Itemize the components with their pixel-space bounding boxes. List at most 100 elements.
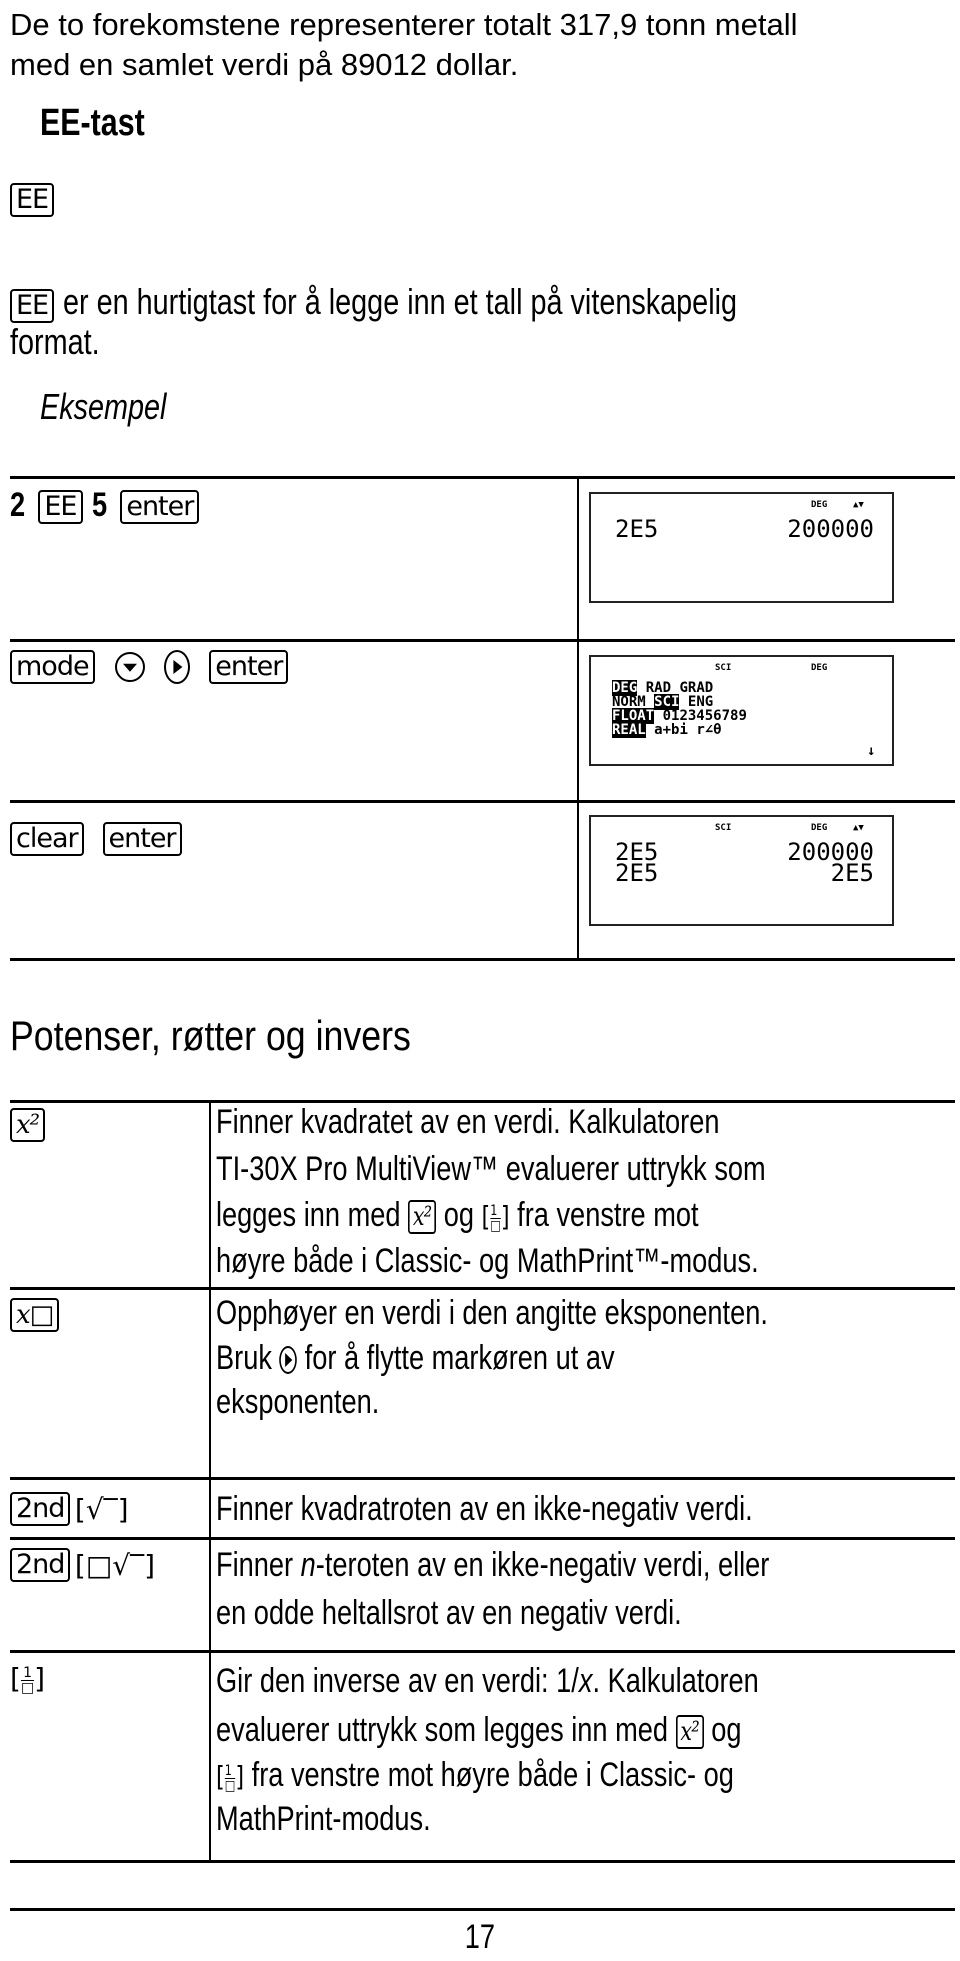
line-text: Finner kvadratet av en verdi. Kalkulator… — [216, 1103, 720, 1141]
second-key: 2nd — [10, 1492, 71, 1526]
menu-option-polar[interactable]: r∠θ — [696, 722, 721, 738]
mode-menu: DEG RAD GRAD NORM SCI ENG FLOAT 01234567… — [612, 680, 747, 738]
example-row-2-keys: mode enter — [10, 650, 289, 684]
line-text-part: -teroten av en ikke-negativ verdi, eller — [315, 1546, 770, 1584]
line-text: MathPrint-modus. — [216, 1800, 431, 1838]
line-text: evaluerer uttrykk som legges inn med x² … — [216, 1707, 742, 1753]
ee-key: EE — [38, 490, 83, 525]
power-key: x□ — [10, 1298, 60, 1332]
reciprocal-denominator: □ — [490, 1217, 501, 1234]
line-text-part: Bruk — [216, 1339, 272, 1377]
line-text: Finner n-teroten av en ikke-negativ verd… — [216, 1542, 769, 1588]
sci-indicator: SCI — [715, 823, 732, 833]
table-divider — [10, 958, 955, 961]
reciprocal-numerator: 1 — [224, 1764, 236, 1779]
row-4-line-1: Finner n-teroten av en ikke-negativ verd… — [216, 1542, 908, 1588]
x-squared-key: x² — [408, 1200, 437, 1235]
line-text-part: evaluerer uttrykk som legges inn med — [216, 1711, 669, 1749]
reciprocal-key-glyph: [1 □] — [10, 1662, 46, 1696]
right-arrow-icon — [279, 1346, 298, 1375]
column-divider — [209, 1100, 211, 1862]
sqrt-symbol: √‾ — [85, 1492, 118, 1526]
table-divider — [10, 1537, 955, 1540]
section-title: Potenser, røtter og invers — [10, 1012, 482, 1060]
scroll-arrows-icon: ▲▼ — [853, 500, 864, 510]
line-text: Bruk for å flytte markøren ut av — [216, 1335, 615, 1381]
line-text: Opphøyer en verdi i den angitte eksponen… — [216, 1294, 768, 1332]
section-title-text: Potenser, røtter og invers — [10, 1012, 411, 1059]
italic-x: x — [578, 1662, 593, 1700]
row-5-line-4: MathPrint-modus. — [216, 1796, 484, 1842]
line-text: høyre både i Classic- og MathPrint™-modu… — [216, 1242, 759, 1280]
row-2-line-1: Opphøyer en verdi i den angitte eksponen… — [216, 1290, 906, 1336]
row-1-line-1: Finner kvadratet av en verdi. Kalkulator… — [216, 1099, 845, 1145]
down-arrow-icon — [115, 652, 146, 682]
line-text-part: . Kalkulatoren — [592, 1662, 759, 1700]
right-arrow-icon — [164, 650, 191, 684]
deg-indicator: DEG — [811, 663, 828, 673]
ee-section-title: EE-tast — [40, 102, 171, 145]
row-1-line-3: legges inn med x² og [1 □] fra venstre mo… — [216, 1192, 819, 1240]
menu-line-complex: REAL a+bi r∠θ — [612, 722, 747, 738]
line-text-part: og — [443, 1196, 474, 1234]
calculator-screen-1: DEG ▲▼ 2E5 200000 — [589, 492, 894, 603]
row-5-line-2: evaluerer uttrykk som legges inn med x² … — [216, 1707, 873, 1753]
sci-indicator: SCI — [715, 663, 732, 673]
row-4-line-2: en odde heltallsrot av en negativ verdi. — [216, 1590, 798, 1636]
example-label-text: Eksempel — [40, 386, 167, 427]
table-divider — [10, 1477, 955, 1480]
menu-option-rect[interactable]: a+bi — [654, 722, 688, 738]
enter-key: enter — [120, 490, 200, 525]
page-number-text: 17 — [464, 1918, 496, 1956]
menu-line-angle: DEG RAD GRAD — [612, 680, 747, 696]
square-key: x² — [10, 1108, 46, 1142]
line-text: TI-30X Pro MultiView™ evaluerer uttrykk … — [216, 1150, 766, 1188]
line-text-part: Gir den inverse av en verdi: 1/ — [216, 1662, 579, 1700]
x-squared-key: x² — [675, 1715, 704, 1750]
nth-root-key: [□√‾] — [74, 1548, 156, 1582]
enter-key: enter — [209, 650, 289, 684]
row-5-line-3: [1 □] fra venstre mot høyre både i Classi… — [216, 1752, 863, 1800]
line-text: Finner kvadratroten av en ikke-negativ v… — [216, 1490, 753, 1528]
line-text-part: for å flytte markøren ut av — [304, 1339, 615, 1377]
ee-description-line2: format. — [10, 322, 122, 364]
intro-line-2: med en samlet verdi på 89012 dollar. — [10, 47, 519, 82]
sqrt-keys: 2nd [√‾] — [10, 1492, 129, 1526]
table-divider — [10, 476, 955, 479]
deg-indicator: DEG — [811, 823, 828, 833]
line-text-part: og — [711, 1711, 742, 1749]
ee-title-text: EE-tast — [40, 102, 145, 144]
row-3-line-1: Finner kvadratroten av en ikke-negativ v… — [216, 1486, 887, 1532]
ee-key-heading: EE — [10, 183, 55, 217]
row-1-line-2: TI-30X Pro MultiView™ evaluerer uttrykk … — [216, 1146, 903, 1192]
row-2-line-3: eksponenten. — [216, 1379, 420, 1425]
clear-key: clear — [10, 822, 84, 856]
line-text: [1 □] fra venstre mot høyre både i Classi… — [216, 1752, 734, 1800]
reciprocal-key: [1 □] — [10, 1662, 45, 1695]
menu-line-float: FLOAT 0123456789 — [612, 708, 747, 724]
column-divider — [577, 476, 579, 960]
italic-n: n — [300, 1546, 316, 1584]
nth-root-symbol: □√‾ — [85, 1548, 145, 1582]
screen-entry: 2E5 — [615, 515, 659, 543]
x-squared-key: x² — [10, 1108, 46, 1142]
table-divider — [10, 1860, 955, 1863]
more-below-arrow-icon: ↓ — [867, 743, 876, 759]
example-row-1-keys: 2 EE 5 enter — [10, 486, 200, 525]
screen-result: 200000 — [787, 515, 874, 543]
line-text-part: legges inn med — [216, 1196, 401, 1234]
line-text: legges inn med x² og [1 □] fra venstre mo… — [216, 1192, 699, 1240]
digit-5: 5 — [91, 486, 108, 524]
reciprocal-denominator: □ — [224, 1777, 236, 1794]
reciprocal-key: [1 □] — [481, 1200, 510, 1234]
screen-entry: 2E5 — [615, 859, 659, 887]
calculator-screen-3: SCI DEG ▲▼ 2E5 200000 2E5 2E5 — [589, 815, 894, 926]
enter-key: enter — [102, 822, 182, 856]
table-divider — [10, 800, 955, 803]
nroot-keys: 2nd [□√‾] — [10, 1548, 155, 1582]
calculator-screen-2: SCI DEG DEG RAD GRAD NORM SCI ENG FLOAT … — [589, 655, 894, 766]
row-5-line-1: Gir den inverse av en verdi: 1/x. Kalkul… — [216, 1658, 894, 1704]
menu-option-real[interactable]: REAL — [612, 722, 646, 738]
footer-divider — [10, 1908, 955, 1911]
page-number: 17 — [0, 1918, 960, 1957]
